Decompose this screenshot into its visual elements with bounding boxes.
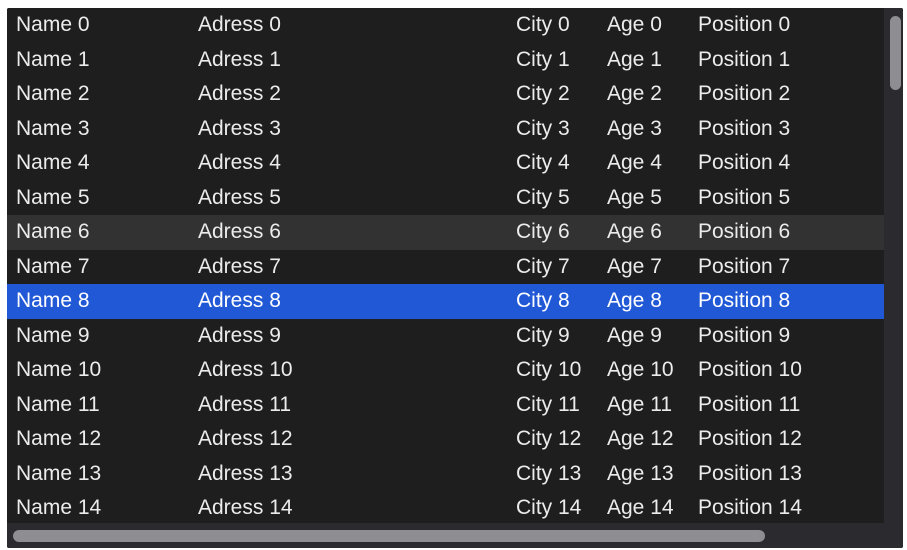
position-cell: Position 13: [698, 461, 802, 485]
age-cell: Age 8: [607, 289, 662, 312]
address-cell: Adress 4: [198, 151, 281, 174]
city-cell: City 9: [516, 323, 570, 347]
table-row[interactable]: Name 5 Adress 5 City 5 Age 5 Position 5: [7, 181, 884, 216]
name-cell: Name 6: [16, 220, 90, 243]
age-cell: Age 12: [607, 427, 674, 450]
address-cell: Adress 2: [198, 82, 281, 105]
table-window: Name 0 Adress 0 City 0 Age 0 Position 0 Name …: [7, 8, 903, 548]
vertical-scrollbar-thumb[interactable]: [890, 16, 901, 90]
position-cell: Position 10: [698, 358, 802, 381]
table-row[interactable]: Name 9 Adress 9 City 9 Age 9 Position 9: [7, 319, 884, 354]
city-cell: City 11: [516, 392, 580, 416]
name-cell: Name 14: [16, 496, 102, 519]
city-cell: City 5: [516, 185, 570, 209]
position-cell: Position 8: [698, 289, 791, 312]
position-cell: Position 2: [698, 82, 791, 105]
name-cell: Name 9: [16, 323, 90, 347]
age-cell: Age 5: [607, 185, 662, 209]
position-cell: Position 7: [698, 254, 791, 278]
city-cell: City 3: [516, 116, 570, 140]
table-row[interactable]: Name 2 Adress 2 City 2 Age 2 Position 2: [7, 77, 884, 112]
address-cell: Adress 3: [198, 116, 281, 140]
position-cell: Position 14: [698, 496, 802, 519]
position-cell: Position 11: [698, 392, 801, 416]
age-cell: Age 11: [607, 392, 672, 416]
city-cell: City 10: [516, 358, 582, 381]
position-cell: Position 6: [698, 220, 791, 243]
age-cell: Age 7: [607, 254, 662, 278]
city-cell: City 7: [516, 254, 570, 278]
age-cell: Age 14: [607, 496, 674, 519]
address-cell: Adress 1: [198, 47, 281, 71]
address-cell: Adress 9: [198, 323, 281, 347]
address-cell: Adress 5: [198, 185, 281, 209]
name-cell: Name 4: [16, 151, 90, 174]
table-row[interactable]: Name 1 Adress 1 City 1 Age 1 Position 1: [7, 43, 884, 78]
address-cell: Adress 14: [198, 496, 293, 519]
age-cell: Age 13: [607, 461, 674, 485]
name-cell: Name 0: [16, 13, 90, 36]
table-row[interactable]: Name 12 Adress 12 City 12 Age 12 Position 12: [7, 422, 884, 457]
address-cell: Adress 13: [198, 461, 293, 485]
position-cell: Position 0: [698, 13, 791, 36]
city-cell: City 12: [516, 427, 582, 450]
city-cell: City 0: [516, 13, 570, 36]
vertical-scrollbar[interactable]: [884, 8, 903, 523]
age-cell: Age 9: [607, 323, 662, 347]
name-cell: Name 2: [16, 82, 90, 105]
name-cell: Name 3: [16, 116, 90, 140]
age-cell: Age 3: [607, 116, 662, 140]
name-cell: Name 11: [16, 392, 100, 416]
city-cell: City 4: [516, 151, 570, 174]
address-cell: Adress 7: [198, 254, 281, 278]
age-cell: Age 6: [607, 220, 662, 243]
city-cell: City 6: [516, 220, 570, 243]
table-row[interactable]: Name 10 Adress 10 City 10 Age 10 Position 10: [7, 353, 884, 388]
address-cell: Adress 10: [198, 358, 293, 381]
table-row[interactable]: Name 11 Adress 11 City 11 Age 11 Position 11: [7, 388, 884, 423]
table-row[interactable]: Name 7 Adress 7 City 7 Age 7 Position 7: [7, 250, 884, 285]
name-cell: Name 7: [16, 254, 90, 278]
horizontal-scrollbar[interactable]: [7, 523, 903, 548]
address-cell: Adress 8: [198, 289, 281, 312]
table-row[interactable]: Name 0 Adress 0 City 0 Age 0 Position 0: [7, 8, 884, 43]
table-row-selected[interactable]: Name 8 Adress 8 City 8 Age 8 Position 8: [7, 284, 884, 319]
address-cell: Adress 12: [198, 427, 293, 450]
data-table[interactable]: Name 0 Adress 0 City 0 Age 0 Position 0 Name …: [7, 8, 884, 523]
table-row[interactable]: Name 3 Adress 3 City 3 Age 3 Position 3: [7, 112, 884, 147]
city-cell: City 14: [516, 496, 582, 519]
table-row[interactable]: Name 4 Adress 4 City 4 Age 4 Position 4: [7, 146, 884, 181]
table-row[interactable]: Name 6 Adress 6 City 6 Age 6 Position 6: [7, 215, 884, 250]
name-cell: Name 5: [16, 185, 90, 209]
age-cell: Age 0: [607, 13, 662, 36]
city-cell: City 1: [516, 47, 570, 71]
position-cell: Position 1: [698, 47, 791, 71]
age-cell: Age 1: [607, 47, 662, 71]
address-cell: Adress 6: [198, 220, 281, 243]
position-cell: Position 9: [698, 323, 791, 347]
table-row[interactable]: Name 14 Adress 14 City 14 Age 14 Position 14: [7, 491, 884, 523]
position-cell: Position 12: [698, 427, 802, 450]
age-cell: Age 2: [607, 82, 662, 105]
address-cell: Adress 11: [198, 392, 291, 416]
age-cell: Age 4: [607, 151, 662, 174]
name-cell: Name 13: [16, 461, 102, 485]
city-cell: City 2: [516, 82, 570, 105]
city-cell: City 8: [516, 289, 570, 312]
name-cell: Name 8: [16, 289, 90, 312]
name-cell: Name 12: [16, 427, 102, 450]
horizontal-scrollbar-thumb[interactable]: [13, 530, 765, 542]
table-row[interactable]: Name 13 Adress 13 City 13 Age 13 Position 13: [7, 457, 884, 492]
name-cell: Name 10: [16, 358, 102, 381]
position-cell: Position 4: [698, 151, 791, 174]
position-cell: Position 3: [698, 116, 791, 140]
name-cell: Name 1: [16, 47, 90, 71]
address-cell: Adress 0: [198, 13, 281, 36]
age-cell: Age 10: [607, 358, 674, 381]
city-cell: City 13: [516, 461, 582, 485]
position-cell: Position 5: [698, 185, 791, 209]
